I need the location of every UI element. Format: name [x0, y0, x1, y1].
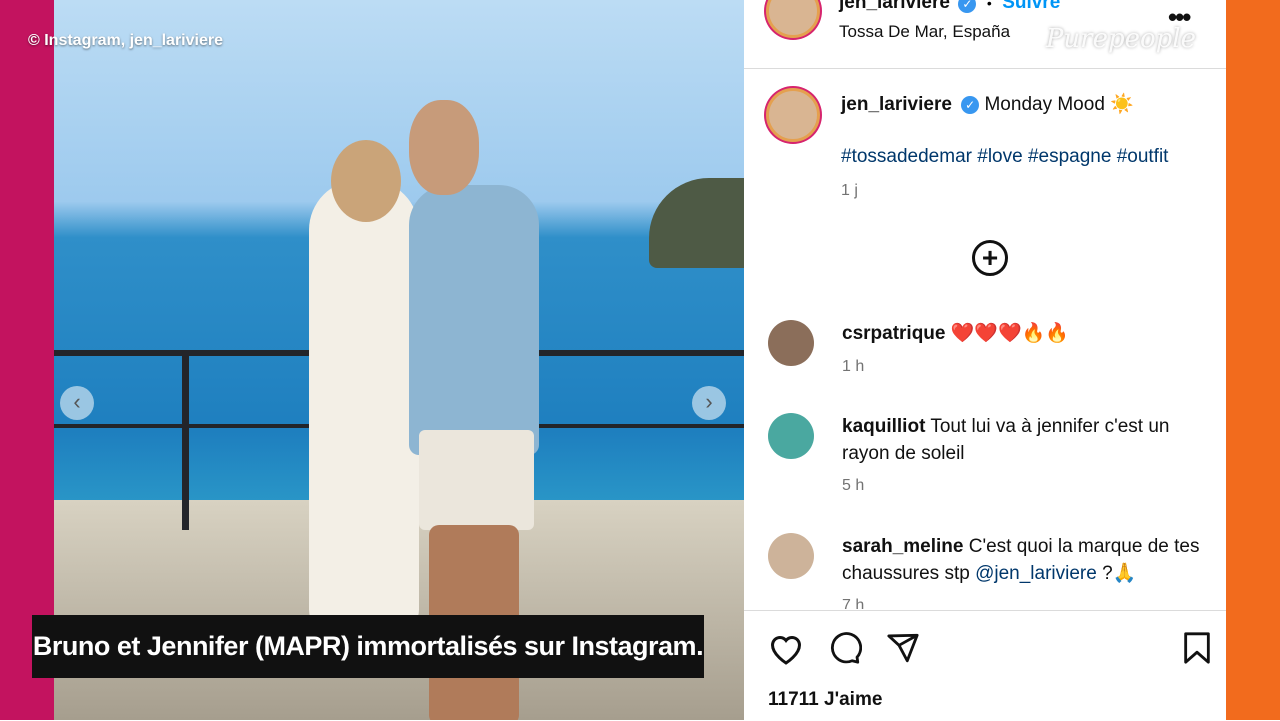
separator-dot: •: [986, 0, 992, 11]
man-shorts: [419, 430, 534, 530]
comment-username[interactable]: kaquilliot: [842, 416, 925, 437]
action-bar: 11711 J'aime: [744, 610, 1226, 721]
comment-icon[interactable]: [828, 631, 863, 670]
comment-username[interactable]: csrpatrique: [842, 323, 945, 344]
like-icon[interactable]: [768, 631, 804, 670]
author-avatar[interactable]: [766, 0, 820, 38]
caption-text: Monday Mood ☀️: [984, 94, 1134, 115]
comment-text: kaquilliot Tout lui va à jennifer c'est …: [842, 413, 1212, 467]
share-icon[interactable]: [886, 631, 920, 670]
post-caption: jen_lariviere ✓ Monday Mood ☀️: [841, 92, 1211, 116]
comment-time: 5 h: [842, 477, 865, 494]
post-age: 1 j: [841, 182, 858, 199]
woman-head: [331, 140, 401, 222]
comment-text: csrpatrique ❤️❤️❤️🔥🔥: [842, 320, 1212, 347]
caption-username[interactable]: jen_lariviere: [841, 94, 952, 115]
comment-text: sarah_meline C'est quoi la marque de tes…: [842, 533, 1212, 587]
cliff: [649, 178, 744, 268]
post-photo[interactable]: ‹ ›: [54, 0, 744, 720]
verified-icon: ✓: [961, 95, 980, 114]
left-color-edge: [0, 0, 54, 720]
man-figure: [409, 185, 539, 455]
verified-icon: ✓: [958, 0, 977, 13]
load-more-comments-icon[interactable]: +: [972, 240, 1008, 276]
author-line: jen_lariviere ✓ • Suivre: [839, 0, 1060, 14]
photo-credit: © Instagram, jen_lariviere: [28, 32, 223, 49]
railing-post: [182, 350, 189, 530]
comment-username[interactable]: sarah_meline: [842, 536, 963, 557]
follow-button[interactable]: Suivre: [1002, 0, 1060, 13]
commenter-avatar[interactable]: [768, 413, 814, 459]
commenter-avatar[interactable]: [768, 320, 814, 366]
next-image-button[interactable]: ›: [692, 386, 726, 420]
video-caption: Bruno et Jennifer (MAPR) immortalisés su…: [32, 615, 704, 678]
right-color-edge: [1226, 0, 1280, 720]
comment-mention[interactable]: @jen_lariviere: [975, 563, 1097, 584]
post-side-panel: jen_lariviere ✓ • Suivre Tossa De Mar, E…: [744, 0, 1226, 720]
comment-time: 1 h: [842, 358, 865, 375]
previous-image-button[interactable]: ‹: [60, 386, 94, 420]
comment-body: ❤️❤️❤️🔥🔥: [950, 323, 1070, 344]
commenter-avatar[interactable]: [768, 533, 814, 579]
save-icon[interactable]: [1182, 631, 1212, 670]
woman-figure: [309, 180, 419, 630]
comment-time: 7 h: [842, 597, 865, 609]
like-count[interactable]: 11711 J'aime: [768, 689, 882, 711]
location-link[interactable]: Tossa De Mar, España: [839, 22, 1010, 42]
author-username[interactable]: jen_lariviere: [839, 0, 950, 13]
hashtags[interactable]: #tossadedemar #love #espagne #outfit: [841, 146, 1168, 168]
comment-suffix: ?🙏: [1096, 563, 1137, 584]
caption-avatar[interactable]: [766, 88, 820, 142]
man-head: [409, 100, 479, 195]
watermark-logo: Purepeople: [1045, 24, 1196, 54]
